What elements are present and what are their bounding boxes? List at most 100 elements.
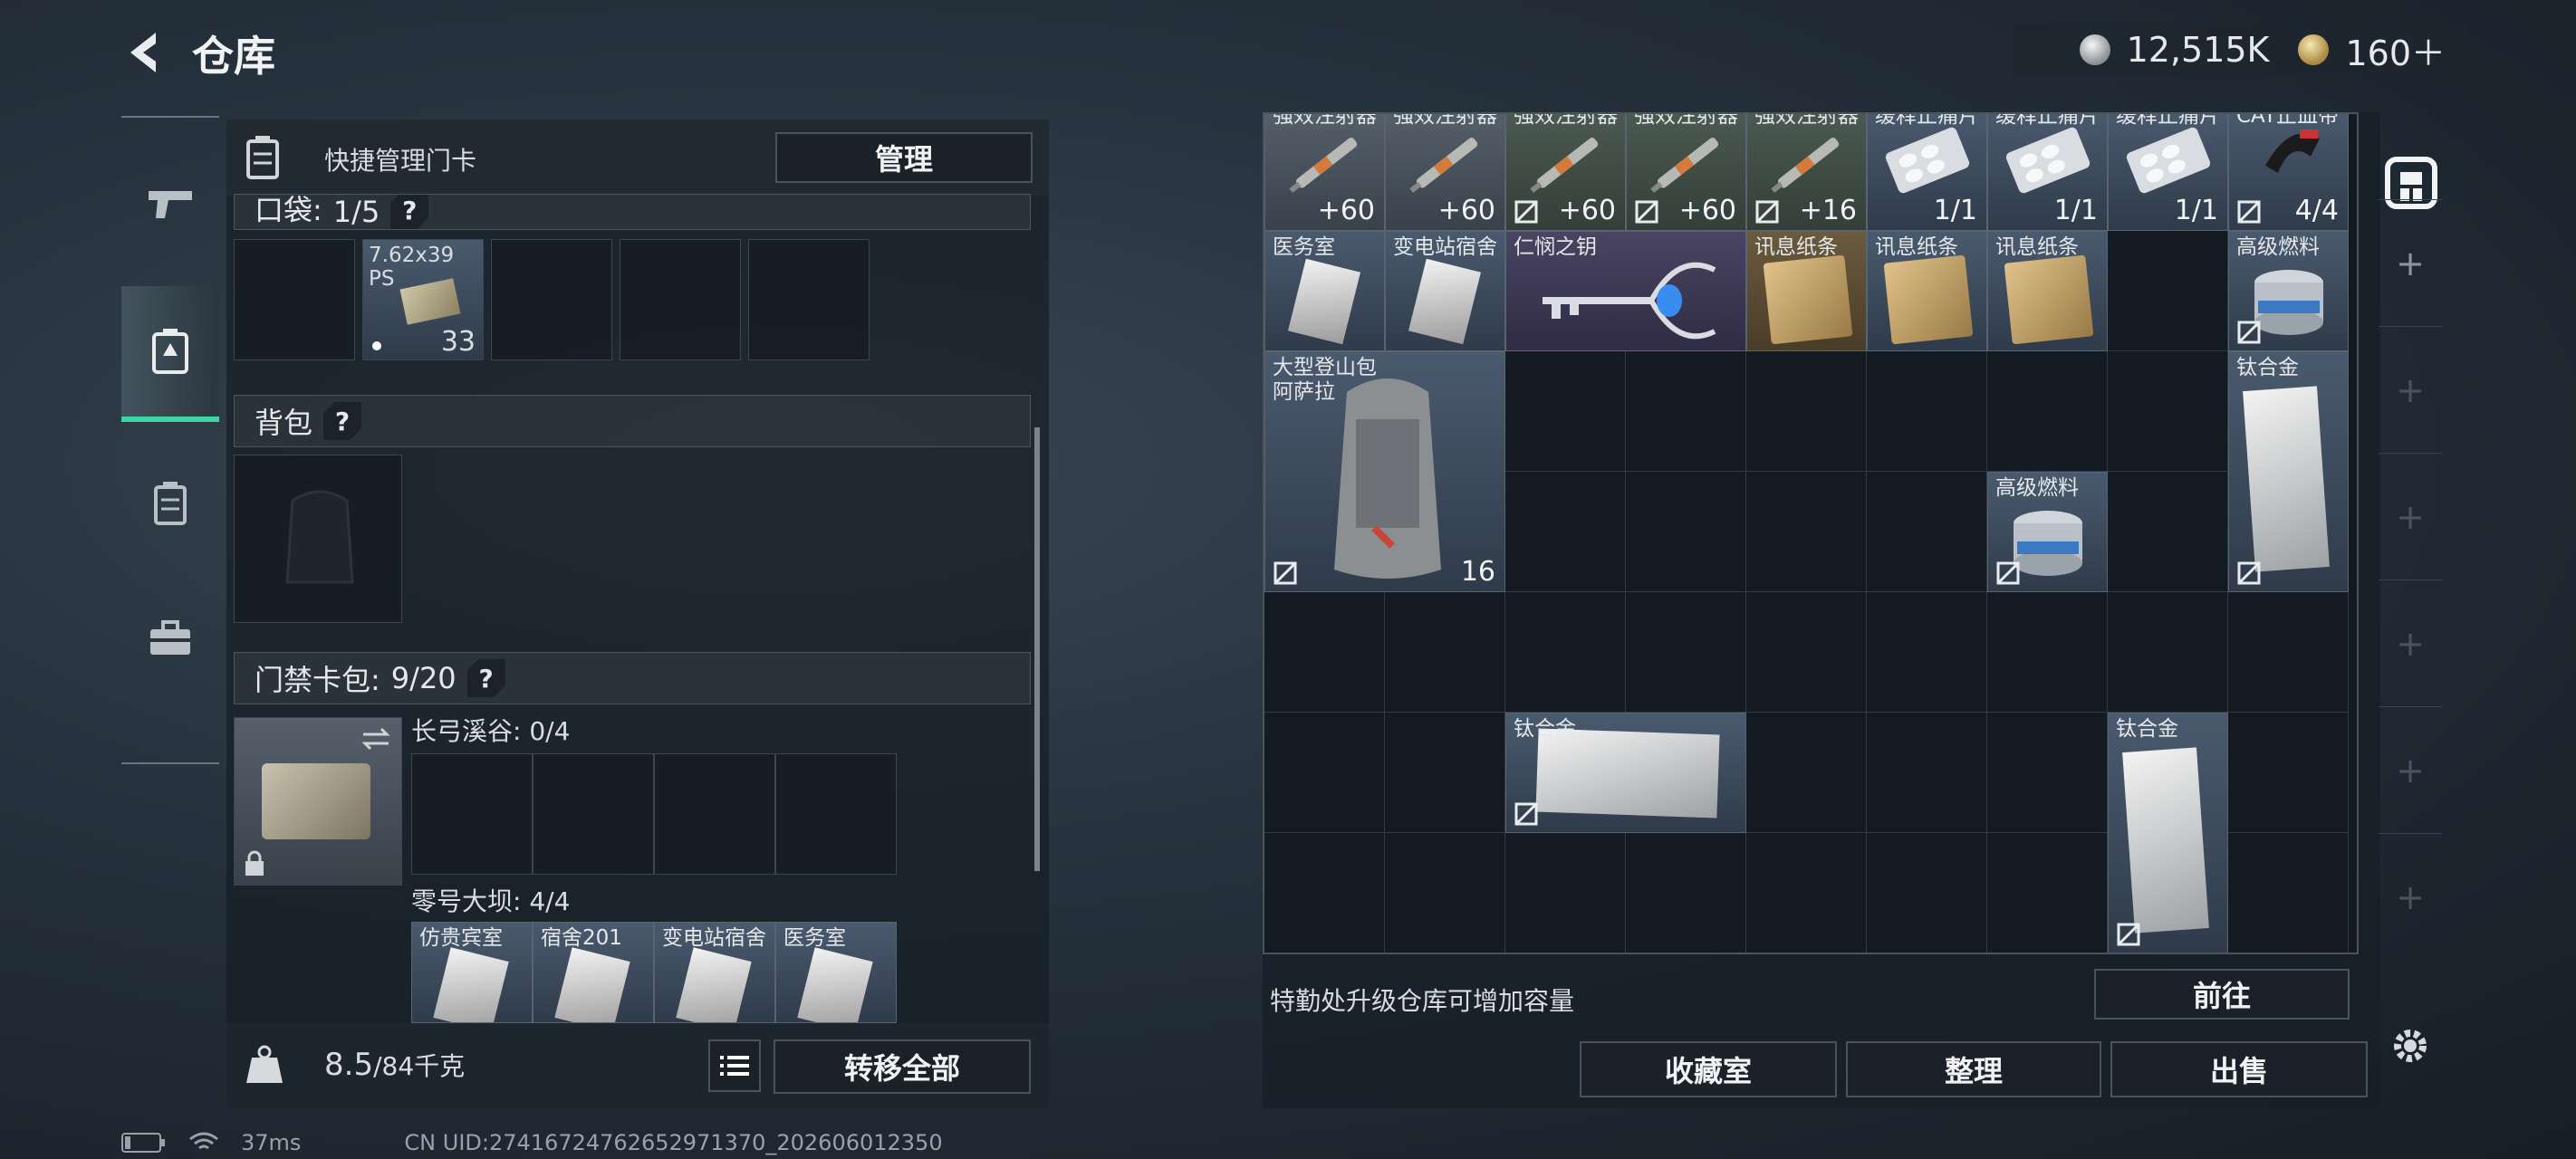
- stash-cell[interactable]: [1867, 472, 1987, 592]
- stash-cell[interactable]: [1987, 833, 2108, 953]
- pocket-slot[interactable]: [620, 239, 741, 360]
- add-stash-tab-button[interactable]: +: [2379, 706, 2442, 833]
- stash-cell[interactable]: [1867, 713, 1987, 833]
- stash-item[interactable]: 缓释止痛片 1/1: [2108, 114, 2228, 231]
- stash-cell[interactable]: [1264, 592, 1385, 713]
- stash-cell[interactable]: [1987, 953, 2108, 954]
- keycard-slot[interactable]: [411, 753, 533, 875]
- stash-cell[interactable]: [1385, 713, 1505, 833]
- keycard-slot[interactable]: [654, 753, 775, 875]
- settings-button[interactable]: [2388, 1023, 2433, 1068]
- stash-cell[interactable]: [1264, 713, 1385, 833]
- stash-cell[interactable]: [1626, 592, 1746, 713]
- stash-cell[interactable]: [1746, 713, 1867, 833]
- stash-cell[interactable]: [1746, 351, 1867, 472]
- left-scrollbar[interactable]: [1034, 427, 1040, 871]
- stash-cell[interactable]: [1626, 351, 1746, 472]
- sort-button[interactable]: 整理: [1846, 1041, 2101, 1097]
- stash-item[interactable]: 强效注射器 +60: [1385, 114, 1505, 231]
- keycard-pack-help-button[interactable]: ?: [466, 659, 505, 697]
- add-stash-tab-button[interactable]: +: [2379, 453, 2442, 580]
- stash-cell[interactable]: [1867, 833, 1987, 953]
- gold-coin-icon[interactable]: [2298, 34, 2330, 65]
- nav-toolbox[interactable]: [121, 570, 219, 706]
- stash-cell[interactable]: [1987, 713, 2108, 833]
- transfer-all-button[interactable]: 转移全部: [774, 1039, 1031, 1094]
- stash-cell[interactable]: [2228, 833, 2349, 953]
- pocket-ammo-item[interactable]: 7.62x39 PS 33: [362, 239, 484, 360]
- stash-cell[interactable]: [1746, 833, 1867, 953]
- stash-item[interactable]: 大型登山包 阿萨拉 16: [1264, 351, 1505, 592]
- stash-item[interactable]: 仁悯之钥: [1505, 231, 1746, 351]
- dam-keycard-item[interactable]: 变电站宿舍: [654, 922, 775, 1023]
- stash-cell[interactable]: [1626, 472, 1746, 592]
- stash-cell[interactable]: [2108, 231, 2228, 351]
- stash-cell[interactable]: [1746, 472, 1867, 592]
- stash-item[interactable]: 变电站宿舍: [1385, 231, 1505, 351]
- stash-cell[interactable]: [1505, 472, 1626, 592]
- backpack-slot[interactable]: [234, 455, 402, 623]
- keycard-pack-item[interactable]: [234, 717, 402, 886]
- stash-item[interactable]: 高级燃料: [1987, 472, 2108, 592]
- stash-cell[interactable]: [2108, 592, 2228, 713]
- keycard-slot[interactable]: [775, 753, 897, 875]
- swap-icon[interactable]: [360, 725, 392, 752]
- stash-item[interactable]: 讯息纸条: [1867, 231, 1987, 351]
- stash-item[interactable]: 强效注射器 +60: [1264, 114, 1385, 231]
- stash-item[interactable]: 钛合金: [2108, 713, 2228, 953]
- stash-cell[interactable]: [1264, 833, 1385, 953]
- stash-item[interactable]: 强效注射器 +60: [1505, 114, 1626, 231]
- stash-cell[interactable]: [2108, 472, 2228, 592]
- pocket-slot[interactable]: [234, 239, 355, 360]
- stash-cell[interactable]: [1505, 953, 1626, 954]
- dam-keycard-item[interactable]: 仿贵宾室: [411, 922, 533, 1023]
- manage-button[interactable]: 管理: [775, 132, 1033, 183]
- sell-button[interactable]: 出售: [2110, 1041, 2368, 1097]
- nav-keycards[interactable]: [121, 435, 219, 570]
- stash-item[interactable]: 缓释止痛片 1/1: [1867, 114, 1987, 231]
- add-stash-tab-button[interactable]: +: [2379, 833, 2442, 960]
- pocket-help-button[interactable]: ?: [390, 195, 429, 229]
- pocket-slot[interactable]: [491, 239, 612, 360]
- stash-cell[interactable]: [1867, 592, 1987, 713]
- stash-cell[interactable]: [1505, 592, 1626, 713]
- stash-item[interactable]: 钛合金: [1505, 713, 1746, 833]
- stash-cell[interactable]: [1264, 953, 1385, 954]
- stash-cell[interactable]: [1385, 953, 1505, 954]
- stash-item[interactable]: 讯息纸条: [1746, 231, 1867, 351]
- stash-cell[interactable]: [1987, 351, 2108, 472]
- add-stash-tab-button[interactable]: +: [2379, 580, 2442, 706]
- stash-cell[interactable]: [2228, 953, 2349, 954]
- stash-cell[interactable]: [2228, 713, 2349, 833]
- stash-cell[interactable]: [1505, 833, 1626, 953]
- stash-item[interactable]: 钛合金: [2228, 351, 2349, 592]
- stash-item[interactable]: 强效注射器 +60: [1626, 114, 1746, 231]
- stash-cell[interactable]: [1987, 592, 2108, 713]
- stash-cell[interactable]: [1867, 953, 1987, 954]
- stash-item[interactable]: CAT止血带 4/4: [2228, 114, 2349, 231]
- nav-weapons[interactable]: [121, 136, 219, 272]
- stash-cell[interactable]: [1626, 833, 1746, 953]
- stash-cell[interactable]: [1626, 953, 1746, 954]
- add-stash-tab-button[interactable]: +: [2379, 199, 2442, 326]
- stash-item[interactable]: 高级燃料: [2228, 231, 2349, 351]
- stash-cell[interactable]: [1746, 592, 1867, 713]
- list-view-button[interactable]: [708, 1039, 761, 1092]
- stash-cell[interactable]: [1385, 833, 1505, 953]
- dam-keycard-item[interactable]: 宿舍201: [533, 922, 654, 1023]
- stash-cell[interactable]: [1505, 351, 1626, 472]
- stash-cell[interactable]: [1867, 351, 1987, 472]
- dam-keycard-item[interactable]: 医务室: [775, 922, 897, 1023]
- stash-item[interactable]: 强效注射器 +16: [1746, 114, 1867, 231]
- collection-room-button[interactable]: 收藏室: [1580, 1041, 1837, 1097]
- stash-item[interactable]: 讯息纸条: [1987, 231, 2108, 351]
- stash-cell[interactable]: [2108, 953, 2228, 954]
- stash-cell[interactable]: [2228, 592, 2349, 713]
- stash-item[interactable]: 医务室: [1264, 231, 1385, 351]
- goto-button[interactable]: 前往: [2094, 969, 2350, 1020]
- pocket-slot[interactable]: [748, 239, 870, 360]
- gold-coin-value[interactable]: 160＋: [2345, 25, 2446, 75]
- backpack-help-button[interactable]: ?: [323, 402, 362, 440]
- stash-item[interactable]: 缓释止痛片 1/1: [1987, 114, 2108, 231]
- keycard-slot[interactable]: [533, 753, 654, 875]
